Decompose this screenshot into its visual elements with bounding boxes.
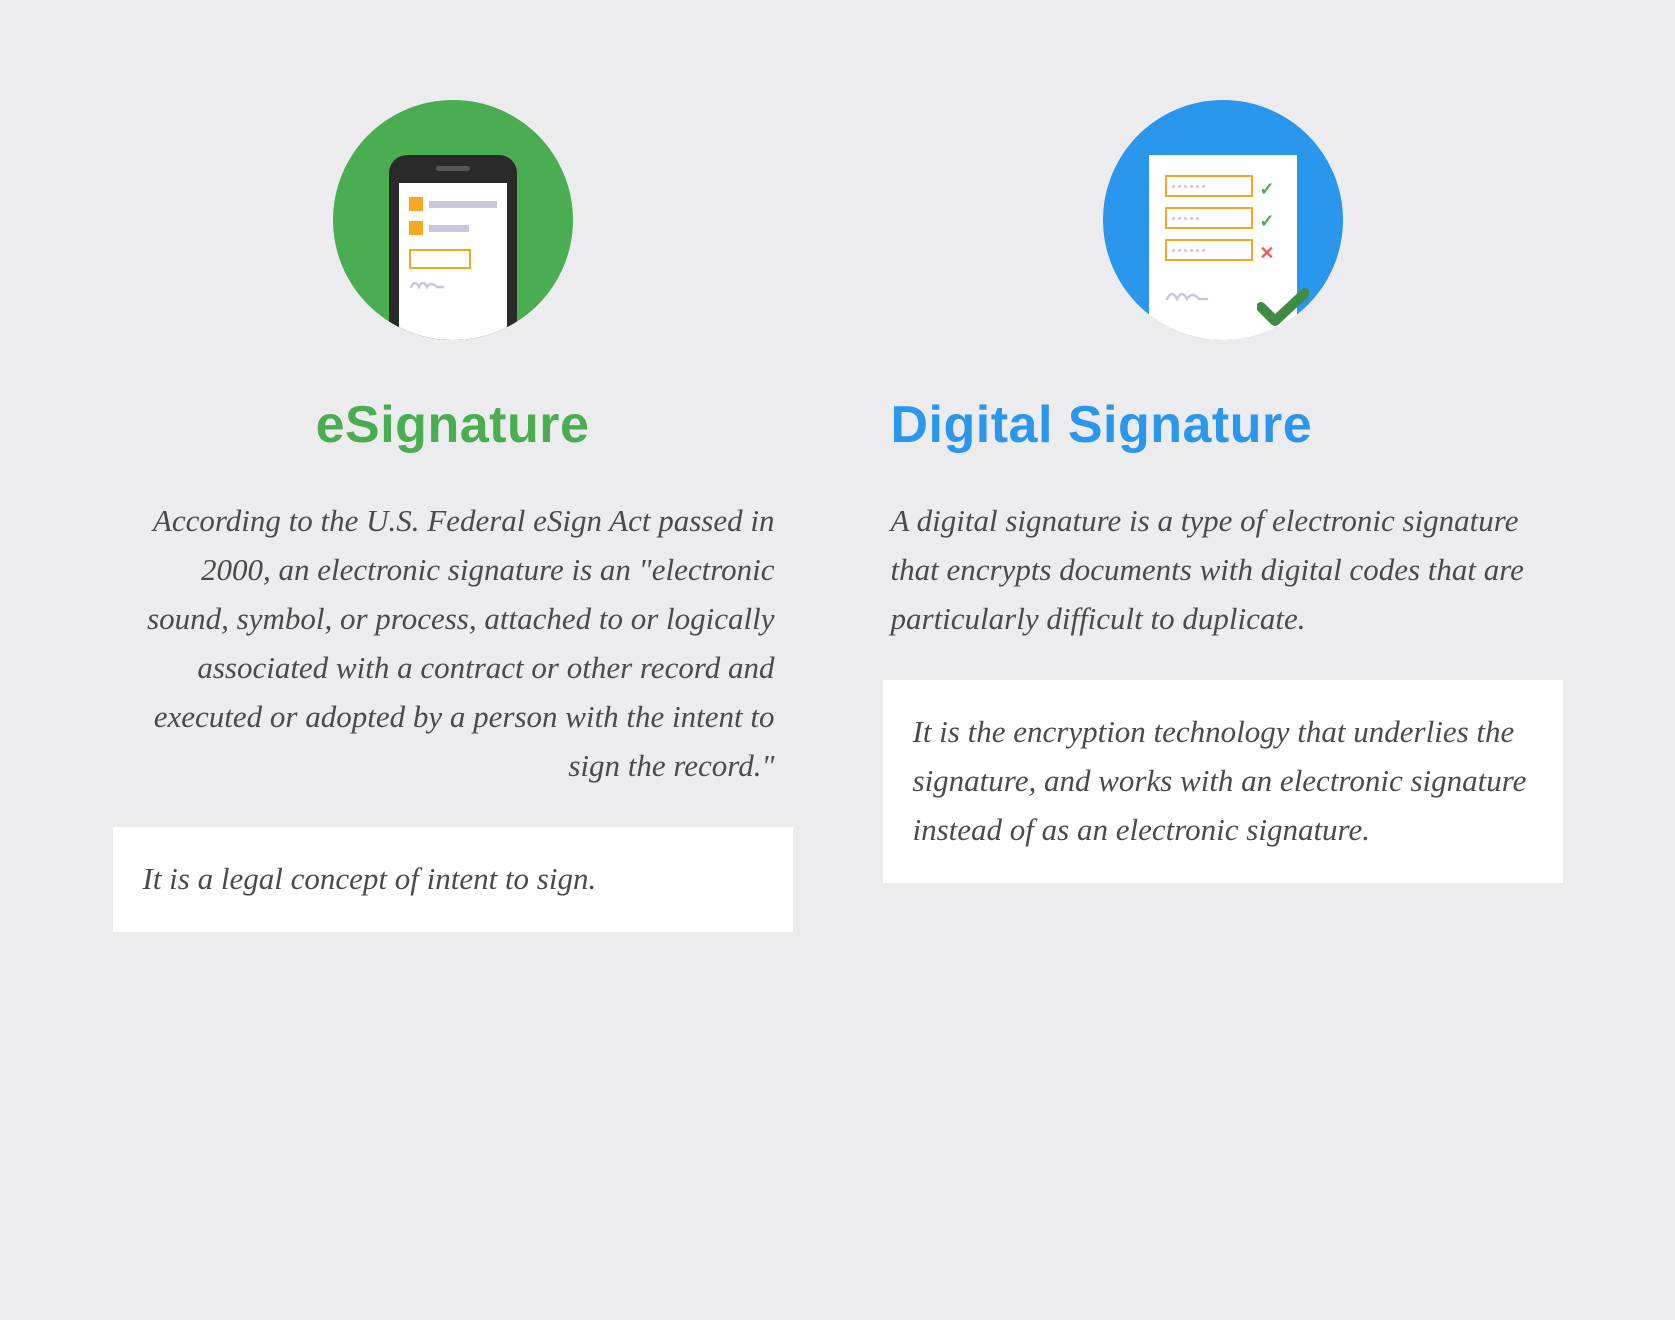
digital-signature-column: ✓ ✓ ✕ — [883, 100, 1563, 932]
esignature-icon-wrapper — [113, 100, 793, 340]
digital-signature-body: A digital signature is a type of electro… — [883, 497, 1563, 644]
esignature-highlight: It is a legal concept of intent to sign. — [113, 827, 793, 932]
esignature-icon-circle — [333, 100, 573, 340]
phone-screen — [399, 183, 507, 340]
document-icon: ✓ ✓ ✕ — [1149, 155, 1297, 340]
esignature-column: eSignature According to the U.S. Federal… — [113, 100, 793, 932]
signature-scribble-icon — [1165, 287, 1221, 303]
comparison-container: eSignature According to the U.S. Federal… — [110, 100, 1565, 932]
large-check-icon — [1257, 287, 1309, 327]
x-icon: ✕ — [1259, 243, 1274, 264]
check-icon: ✓ — [1259, 179, 1274, 200]
check-icon: ✓ — [1259, 211, 1274, 232]
digital-signature-highlight: It is the encryption technology that und… — [883, 680, 1563, 883]
digital-signature-icon-wrapper: ✓ ✓ ✕ — [883, 100, 1563, 340]
digital-signature-heading: Digital Signature — [883, 395, 1563, 455]
signature-scribble-icon — [409, 277, 455, 291]
digital-signature-icon-circle: ✓ ✓ ✕ — [1103, 100, 1343, 340]
phone-icon — [389, 155, 517, 340]
esignature-heading: eSignature — [113, 395, 793, 455]
esignature-body: According to the U.S. Federal eSign Act … — [113, 497, 793, 791]
